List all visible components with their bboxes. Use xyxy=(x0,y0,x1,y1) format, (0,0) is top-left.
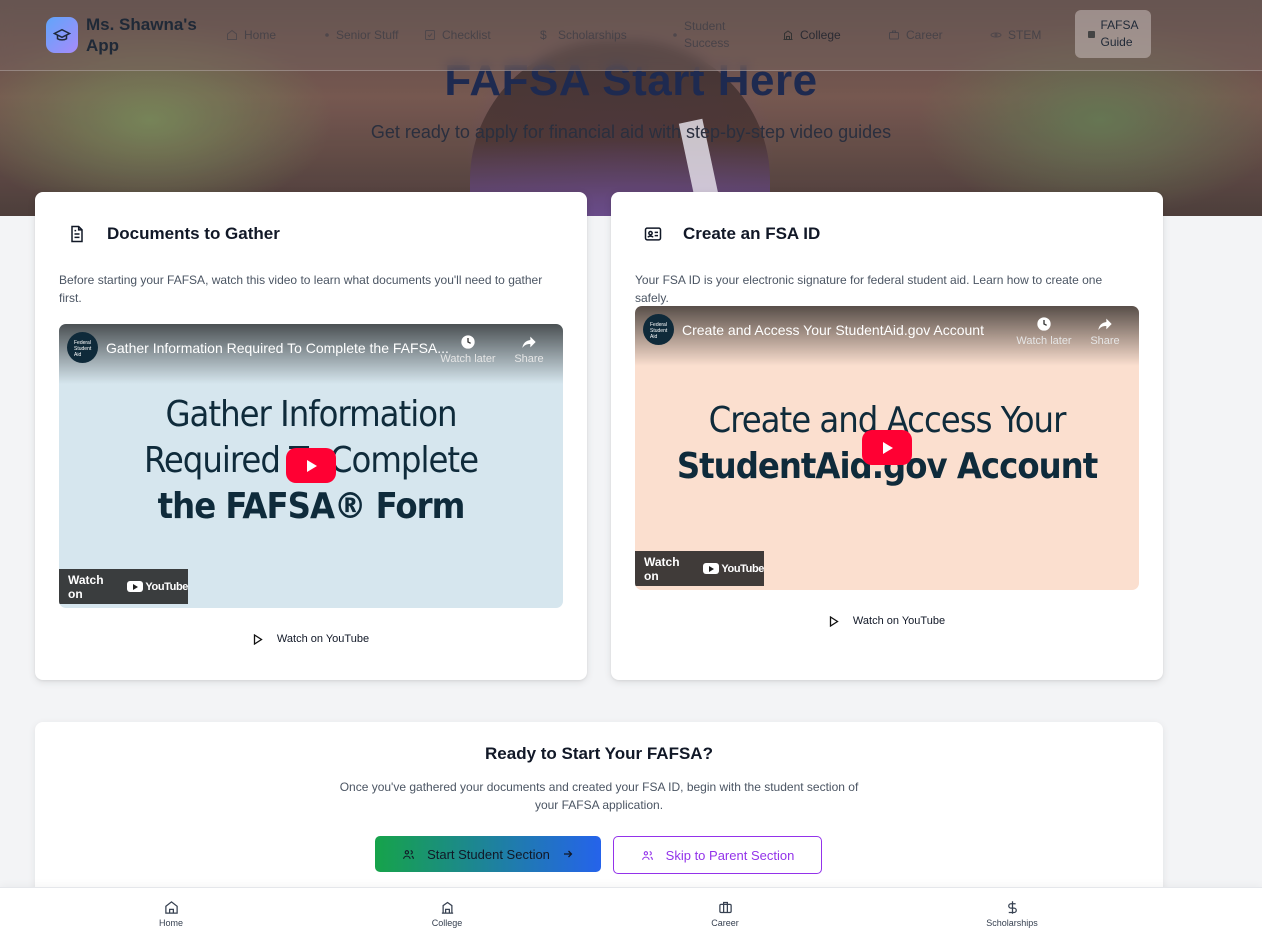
id-card-icon xyxy=(644,227,662,241)
nav-home-label: Home xyxy=(244,27,277,42)
nav-career[interactable]: Career xyxy=(888,16,943,54)
nav-senior-stuff[interactable]: Senior Stuff xyxy=(324,16,404,54)
nav-fafsa-guide[interactable]: FAFSA Guide xyxy=(1075,10,1151,58)
watch-on-youtube-link[interactable]: Watch on YouTube xyxy=(611,615,1163,627)
ready-title: Ready to Start Your FAFSA? xyxy=(485,744,713,763)
watch-on-youtube-badge[interactable]: Watch on YouTube xyxy=(635,551,764,586)
bottom-nav-career[interactable]: Career xyxy=(685,900,765,928)
arrow-right-icon xyxy=(563,850,573,858)
clock-icon xyxy=(461,335,475,349)
briefcase-icon xyxy=(889,30,899,40)
play-icon xyxy=(307,459,317,472)
nav-stem-label: STEM xyxy=(1008,27,1042,42)
video-title[interactable]: Gather Information Required To Complete … xyxy=(106,340,449,356)
nav-student-success-label: Student Success xyxy=(684,19,730,50)
app-name: Ms. Shawna's App xyxy=(86,15,197,55)
watch-on-youtube-link[interactable]: Watch on YouTube xyxy=(35,633,587,645)
users-icon xyxy=(403,849,414,859)
top-navigation: Ms. Shawna's App Home Senior Stuff Check… xyxy=(0,0,1262,71)
nav-college[interactable]: College xyxy=(782,16,841,54)
nav-career-label: Career xyxy=(906,27,943,42)
nav-home[interactable]: Home xyxy=(226,16,276,54)
youtube-video-embed[interactable]: Create and Access Your StudentAid.gov Ac… xyxy=(635,306,1139,590)
document-icon xyxy=(71,225,83,243)
home-icon xyxy=(227,29,237,40)
youtube-logo-icon: YouTube xyxy=(127,581,188,593)
nav-college-label: College xyxy=(800,27,841,42)
nav-checklist-label: Checklist xyxy=(442,27,491,42)
page-subtitle: Get ready to apply for financial aid wit… xyxy=(370,122,892,142)
home-icon xyxy=(164,901,178,914)
nav-fafsa-guide-label: FAFSA Guide xyxy=(1100,18,1138,49)
trophy-icon xyxy=(673,33,677,37)
card-description: Before starting your FAFSA, watch this v… xyxy=(59,273,543,305)
bottom-navigation: Home College Career Scholarships xyxy=(0,887,1262,943)
watch-later-button[interactable]: Watch later xyxy=(1014,316,1074,347)
checkbox-icon xyxy=(425,30,435,40)
card-title: Documents to Gather xyxy=(107,224,280,243)
watch-on-youtube-badge[interactable]: Watch on YouTube xyxy=(59,569,188,604)
play-button[interactable] xyxy=(286,448,336,483)
star-icon xyxy=(325,33,329,37)
share-icon xyxy=(1098,318,1112,330)
nav-scholarships[interactable]: $ Scholarships xyxy=(540,16,627,54)
atom-icon xyxy=(990,32,1002,38)
nav-student-success[interactable]: Student Success xyxy=(672,16,752,54)
youtube-video-embed[interactable]: Gather Information Required To Complete … xyxy=(59,324,563,608)
graduation-cap-icon xyxy=(46,17,78,53)
youtube-logo-icon: YouTube xyxy=(703,563,764,575)
bottom-nav-home[interactable]: Home xyxy=(131,900,211,928)
channel-avatar[interactable]: Federal Student Aid xyxy=(643,314,674,345)
nav-senior-stuff-label: Senior Stuff xyxy=(336,27,399,42)
nav-checklist[interactable]: Checklist xyxy=(424,16,491,54)
share-icon xyxy=(522,336,536,348)
watch-later-button[interactable]: Watch later xyxy=(438,334,498,365)
briefcase-icon xyxy=(718,901,732,914)
skip-to-parent-section-button[interactable]: Skip to Parent Section xyxy=(613,836,822,874)
play-outline-icon xyxy=(253,633,263,645)
bottom-nav-college[interactable]: College xyxy=(407,900,487,928)
play-icon xyxy=(883,441,893,454)
video-title[interactable]: Create and Access Your StudentAid.gov Ac… xyxy=(682,322,984,338)
channel-avatar[interactable]: Federal Student Aid xyxy=(67,332,98,363)
clock-icon xyxy=(1037,317,1051,331)
dollar-icon xyxy=(1007,901,1017,914)
ready-description: Once you've gathered your documents and … xyxy=(339,780,859,812)
card-title: Create an FSA ID xyxy=(683,224,821,243)
dollar-icon: $ xyxy=(540,28,547,42)
college-icon xyxy=(783,30,793,40)
users-icon xyxy=(641,850,653,860)
start-student-section-button[interactable]: Start Student Section xyxy=(375,836,601,872)
brand[interactable]: Ms. Shawna's App xyxy=(46,14,206,56)
play-button[interactable] xyxy=(862,430,912,465)
play-outline-icon xyxy=(829,615,839,627)
fsa-id-card: Create an FSA ID Your FSA ID is your ele… xyxy=(611,192,1163,680)
documents-card: Documents to Gather Before starting your… xyxy=(35,192,587,680)
share-button[interactable]: Share xyxy=(499,334,559,365)
bottom-nav-scholarships[interactable]: Scholarships xyxy=(972,900,1052,928)
card-description: Your FSA ID is your electronic signature… xyxy=(635,273,1103,305)
document-icon xyxy=(1087,30,1095,38)
share-button[interactable]: Share xyxy=(1075,316,1135,347)
nav-stem[interactable]: STEM xyxy=(990,16,1041,54)
college-icon xyxy=(441,901,453,914)
nav-scholarships-label: Scholarships xyxy=(558,27,627,42)
